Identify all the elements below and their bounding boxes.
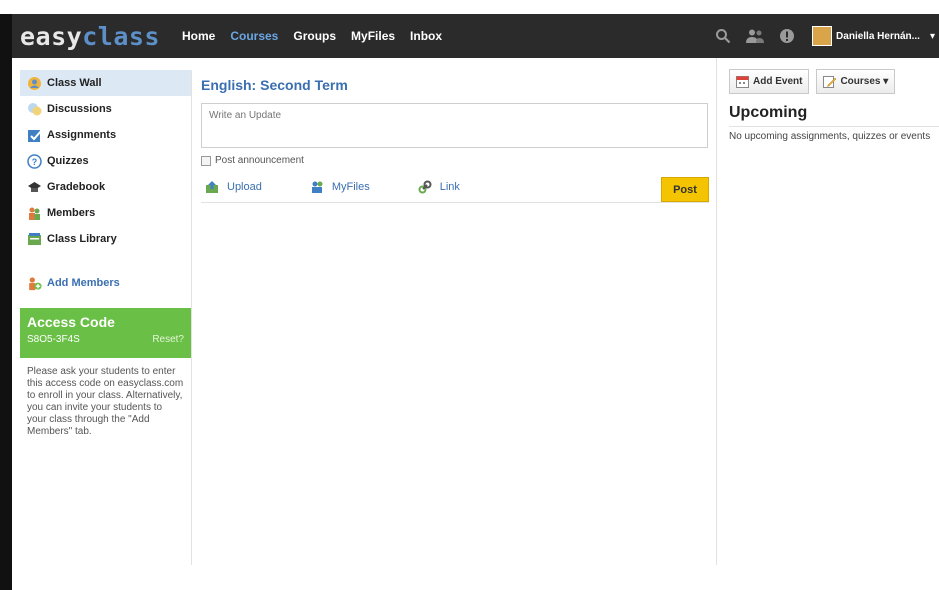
assignments-icon	[27, 128, 42, 143]
announcement-row: Post announcement	[201, 155, 709, 166]
upcoming-title: Upcoming	[729, 104, 808, 121]
access-code-value: S8O5-3F4S	[27, 334, 80, 345]
logo-part-class: class	[82, 21, 160, 51]
app-logo[interactable]: easyclass	[20, 22, 160, 51]
svg-text:?: ?	[32, 157, 38, 167]
sidebar-item-label: Class Library	[47, 233, 117, 245]
chevron-down-icon[interactable]: ▾	[930, 31, 935, 42]
reset-link[interactable]: Reset?	[152, 334, 184, 345]
gradebook-icon	[27, 180, 42, 195]
sidebar-item-discussions[interactable]: Discussions	[20, 96, 191, 122]
members-icon	[27, 206, 42, 221]
access-code-title: Access Code	[27, 314, 115, 330]
page-title: English: Second Term	[201, 77, 348, 93]
frame-top	[0, 0, 939, 14]
add-members-label: Add Members	[47, 277, 120, 289]
nav-courses[interactable]: Courses	[230, 29, 278, 43]
top-navbar: easyclass Home Courses Groups MyFiles In…	[12, 14, 939, 58]
post-button[interactable]: Post	[661, 177, 709, 202]
sidebar-item-label: Quizzes	[47, 155, 89, 167]
search-icon[interactable]	[710, 23, 736, 49]
right-toolbar: Add Event Courses ▾	[729, 69, 939, 94]
access-code-row: S8O5-3F4S Reset?	[27, 334, 184, 345]
upload-label: Upload	[227, 180, 262, 193]
left-sidebar: Class Wall Discussions Assignments ? Qui…	[20, 70, 192, 565]
main-content: English: Second Term Post announcement U…	[201, 70, 709, 203]
add-event-label: Add Event	[753, 76, 803, 87]
nav-myfiles[interactable]: MyFiles	[351, 29, 395, 43]
alert-icon[interactable]	[774, 23, 800, 49]
myfiles-button[interactable]: MyFiles	[310, 180, 370, 194]
courses-label: Courses ▾	[840, 76, 889, 87]
post-actions: Upload MyFiles Link Post	[201, 175, 709, 203]
sidebar-item-label: Members	[47, 207, 96, 219]
link-button[interactable]: Link	[418, 180, 460, 194]
quizzes-icon: ?	[27, 153, 42, 169]
sidebar-item-members[interactable]: Members	[20, 200, 191, 226]
announcement-label: Post announcement	[215, 155, 304, 166]
upload-button[interactable]: Upload	[205, 180, 262, 194]
add-event-button[interactable]: Add Event	[729, 69, 810, 94]
access-code-box: Access Code S8O5-3F4S Reset?	[20, 308, 191, 358]
upcoming-empty-text: No upcoming assignments, quizzes or even…	[729, 131, 931, 142]
sidebar-item-quizzes[interactable]: ? Quizzes	[20, 148, 191, 174]
nav-inbox[interactable]: Inbox	[410, 29, 442, 43]
access-code-help-text: Please ask your students to enter this a…	[27, 366, 184, 437]
sidebar-item-gradebook[interactable]: Gradebook	[20, 174, 191, 200]
add-members-icon	[27, 276, 42, 291]
sidebar-item-assignments[interactable]: Assignments	[20, 122, 191, 148]
sidebar-item-label: Class Wall	[47, 77, 102, 89]
people-icon[interactable]	[742, 23, 768, 49]
myfiles-label: MyFiles	[331, 180, 370, 193]
discussions-icon	[27, 102, 42, 117]
sidebar-item-class-library[interactable]: Class Library	[20, 226, 191, 252]
nav-home[interactable]: Home	[182, 29, 215, 43]
sidebar-item-label: Assignments	[47, 129, 117, 141]
update-input[interactable]	[201, 103, 708, 148]
frame-left	[0, 14, 12, 590]
user-name[interactable]: Daniella Hernán...	[836, 31, 920, 42]
logo-part-easy: easy	[20, 21, 83, 51]
link-icon	[418, 180, 432, 194]
upload-icon	[205, 180, 219, 194]
courses-dropdown[interactable]: Courses ▾	[816, 69, 896, 94]
right-column: Add Event Courses ▾ Upcoming No upcoming…	[716, 58, 939, 565]
link-label: Link	[439, 180, 460, 193]
pencil-icon	[823, 75, 837, 88]
calendar-icon	[736, 75, 749, 88]
nav-groups[interactable]: Groups	[293, 29, 336, 43]
sidebar-item-class-wall[interactable]: Class Wall	[20, 70, 191, 96]
avatar[interactable]	[812, 26, 833, 46]
library-icon	[27, 232, 42, 247]
add-members-link[interactable]: Add Members	[20, 270, 191, 296]
sidebar-item-label: Discussions	[47, 103, 112, 115]
class-wall-icon	[27, 76, 42, 91]
myfiles-icon	[310, 180, 324, 194]
sidebar-item-label: Gradebook	[47, 181, 106, 193]
upcoming-divider	[729, 126, 939, 127]
announcement-checkbox[interactable]	[201, 155, 211, 166]
